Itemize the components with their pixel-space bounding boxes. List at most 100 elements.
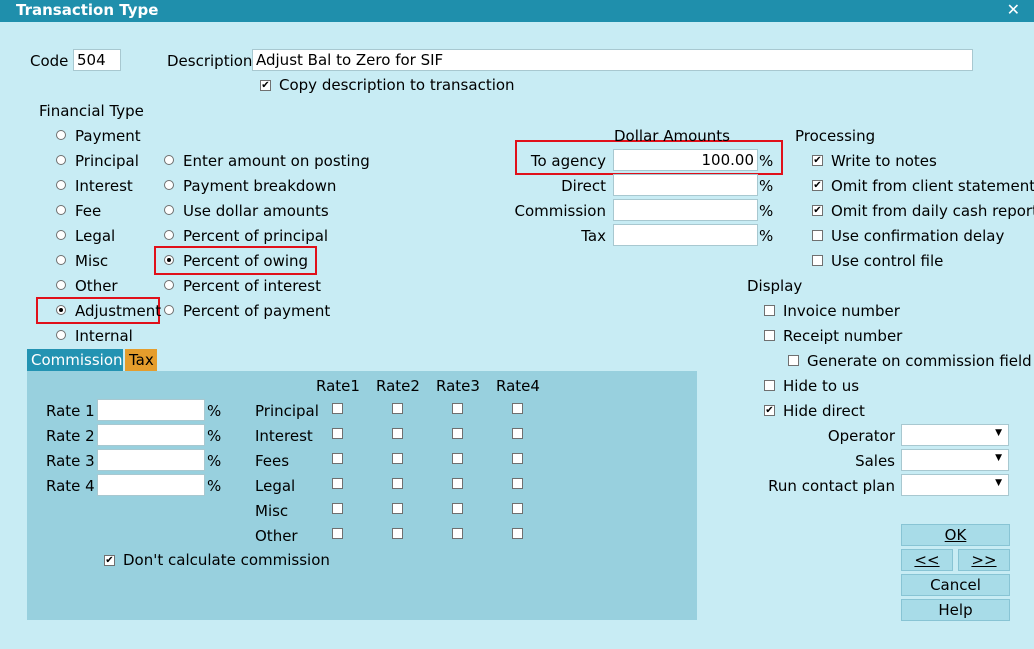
calc-method-radio-1[interactable]: [164, 180, 174, 190]
tab-tax[interactable]: Tax: [125, 349, 157, 371]
grid-checkbox[interactable]: [392, 453, 403, 464]
financial-type-label: Payment: [75, 127, 141, 145]
processing-checkbox-4[interactable]: [812, 255, 823, 266]
grid-checkbox[interactable]: [392, 403, 403, 414]
dollar-amount-field[interactable]: [613, 174, 758, 196]
display-checkbox-1[interactable]: [764, 330, 775, 341]
financial-type-radio-0[interactable]: [56, 130, 66, 140]
grid-checkbox[interactable]: [332, 453, 343, 464]
next-button-label: >>: [971, 551, 997, 569]
calc-method-label: Percent of payment: [183, 302, 331, 320]
description-field[interactable]: Adjust Bal to Zero for SIF: [252, 49, 973, 71]
grid-checkbox[interactable]: [392, 528, 403, 539]
processing-label: Use control file: [831, 252, 944, 270]
select-label: Run contact plan: [768, 477, 895, 495]
calc-method-radio-3[interactable]: [164, 230, 174, 240]
financial-type-label: Interest: [75, 177, 133, 195]
processing-checkbox-3[interactable]: [812, 230, 823, 241]
display-checkbox-2[interactable]: [788, 355, 799, 366]
next-button[interactable]: >>: [958, 549, 1010, 571]
code-label: Code: [30, 52, 69, 70]
dollar-amount-field[interactable]: [613, 199, 758, 221]
calc-method-label: Payment breakdown: [183, 177, 337, 195]
select-dropdown[interactable]: ▼: [901, 449, 1009, 471]
financial-type-radio-8[interactable]: [56, 330, 66, 340]
display-checkbox-3[interactable]: [764, 380, 775, 391]
description-label: Description: [167, 52, 253, 70]
grid-checkbox[interactable]: [392, 503, 403, 514]
rate-label: Rate 4: [46, 477, 95, 495]
rate-column-header: Rate1: [316, 377, 360, 395]
dollar-amount-field[interactable]: [613, 224, 758, 246]
financial-type-radio-5[interactable]: [56, 255, 66, 265]
grid-checkbox[interactable]: [392, 428, 403, 439]
grid-row-label: Legal: [255, 477, 296, 495]
grid-checkbox[interactable]: [512, 478, 523, 489]
calc-method-radio-4[interactable]: [164, 255, 174, 265]
help-button[interactable]: Help: [901, 599, 1010, 621]
window-title: Transaction Type: [16, 1, 159, 19]
select-dropdown[interactable]: ▼: [901, 424, 1009, 446]
dont-calculate-checkbox[interactable]: ✔: [104, 555, 115, 566]
financial-type-radio-2[interactable]: [56, 180, 66, 190]
grid-checkbox[interactable]: [332, 403, 343, 414]
grid-checkbox[interactable]: [452, 453, 463, 464]
percent-unit: %: [759, 177, 774, 195]
display-checkbox-0[interactable]: [764, 305, 775, 316]
rate-label: Rate 1: [46, 402, 95, 420]
grid-checkbox[interactable]: [452, 528, 463, 539]
grid-checkbox[interactable]: [512, 528, 523, 539]
grid-checkbox[interactable]: [332, 528, 343, 539]
financial-type-radio-4[interactable]: [56, 230, 66, 240]
financial-type-label: Principal: [75, 152, 139, 170]
display-label: Hide to us: [783, 377, 860, 395]
grid-checkbox[interactable]: [452, 428, 463, 439]
ok-button[interactable]: OK: [901, 524, 1010, 546]
processing-checkbox-1[interactable]: ✔: [812, 180, 823, 191]
rate-field[interactable]: [97, 449, 205, 471]
grid-checkbox[interactable]: [512, 503, 523, 514]
dollar-amounts-heading: Dollar Amounts: [614, 127, 730, 145]
processing-checkbox-0[interactable]: ✔: [812, 155, 823, 166]
prev-button[interactable]: <<: [901, 549, 953, 571]
rate-field[interactable]: [97, 399, 205, 421]
grid-checkbox[interactable]: [392, 478, 403, 489]
financial-type-radio-1[interactable]: [56, 155, 66, 165]
financial-type-label: Other: [75, 277, 118, 295]
cancel-button[interactable]: Cancel: [901, 574, 1010, 596]
grid-checkbox[interactable]: [332, 478, 343, 489]
grid-checkbox[interactable]: [512, 453, 523, 464]
grid-checkbox[interactable]: [332, 428, 343, 439]
grid-checkbox[interactable]: [332, 503, 343, 514]
select-dropdown[interactable]: ▼: [901, 474, 1009, 496]
grid-checkbox[interactable]: [452, 403, 463, 414]
rate-column-header: Rate2: [376, 377, 420, 395]
help-button-label: Help: [938, 601, 973, 619]
tab-commission[interactable]: Commission: [27, 349, 123, 371]
calc-method-label: Percent of principal: [183, 227, 329, 245]
processing-checkbox-2[interactable]: ✔: [812, 205, 823, 216]
rate-field[interactable]: [97, 474, 205, 496]
calc-method-radio-0[interactable]: [164, 155, 174, 165]
calc-method-radio-2[interactable]: [164, 205, 174, 215]
grid-checkbox[interactable]: [512, 428, 523, 439]
rate-label: Rate 3: [46, 452, 95, 470]
grid-checkbox[interactable]: [452, 503, 463, 514]
display-label: Generate on commission field: [807, 352, 1032, 370]
grid-checkbox[interactable]: [512, 403, 523, 414]
close-icon[interactable]: ✕: [1007, 0, 1020, 19]
dollar-amount-label: To agency: [530, 152, 606, 170]
financial-type-radio-6[interactable]: [56, 280, 66, 290]
rate-field[interactable]: [97, 424, 205, 446]
grid-checkbox[interactable]: [452, 478, 463, 489]
percent-unit: %: [207, 402, 222, 420]
calc-method-radio-6[interactable]: [164, 305, 174, 315]
financial-type-radio-3[interactable]: [56, 205, 66, 215]
dollar-amount-field[interactable]: 100.00: [613, 149, 758, 171]
code-field[interactable]: 504: [73, 49, 121, 71]
copy-description-checkbox[interactable]: ✔: [260, 80, 271, 91]
display-checkbox-4[interactable]: ✔: [764, 405, 775, 416]
financial-type-radio-7[interactable]: [56, 305, 66, 315]
calc-method-radio-5[interactable]: [164, 280, 174, 290]
copy-description-label: Copy description to transaction: [279, 76, 515, 94]
